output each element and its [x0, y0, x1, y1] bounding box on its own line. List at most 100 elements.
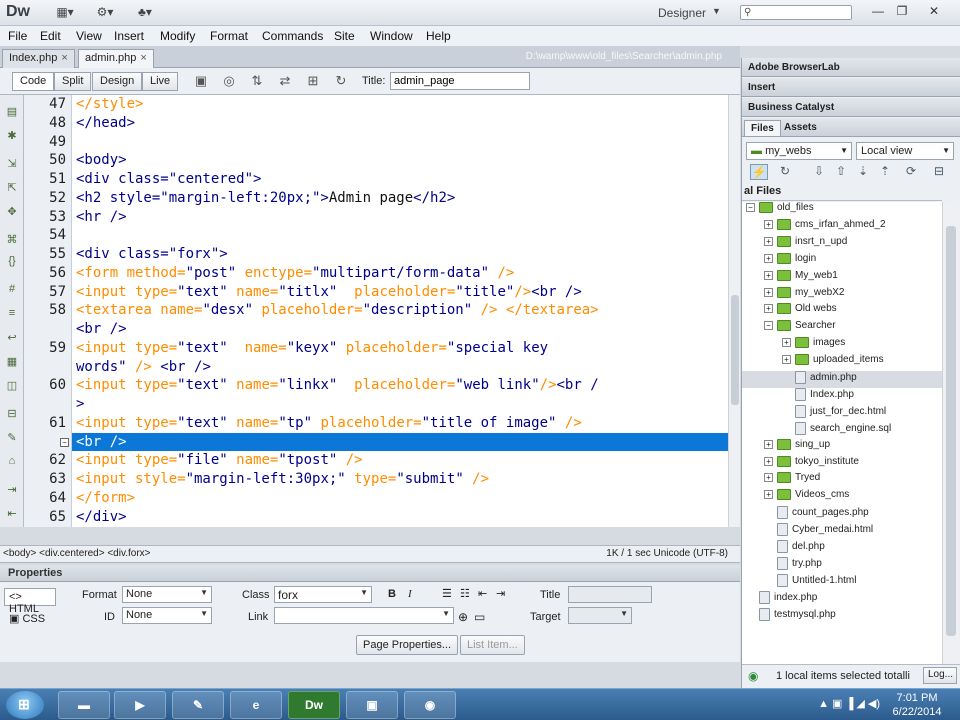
- tree-file[interactable]: Index.php: [742, 387, 942, 405]
- tree-folder[interactable]: + cms_irfan_ahmed_2: [742, 218, 942, 236]
- expand-icon[interactable]: +: [764, 253, 773, 263]
- target-select[interactable]: ▼: [568, 607, 632, 624]
- menu-view[interactable]: View: [76, 29, 102, 43]
- word-wrap-icon[interactable]: ↩: [4, 331, 20, 347]
- tree-folder[interactable]: + login: [742, 252, 942, 270]
- clock[interactable]: 7:01 PM 6/22/2014: [882, 691, 952, 719]
- menu-window[interactable]: Window: [370, 29, 413, 43]
- workspace-switcher[interactable]: Designer: [658, 6, 706, 20]
- code-line[interactable]: <input type="file" name="tpost" />: [76, 451, 363, 470]
- business-catalyst-panel-header[interactable]: Business Catalyst: [742, 98, 960, 117]
- browse-folder-icon[interactable]: ▭: [474, 610, 485, 624]
- tab-assets[interactable]: Assets: [778, 120, 823, 135]
- live-view-button[interactable]: Live: [142, 72, 179, 91]
- check-in-icon[interactable]: ⇡: [876, 164, 894, 180]
- page-properties-button[interactable]: Page Properties...: [356, 635, 459, 655]
- menu-help[interactable]: Help: [426, 29, 451, 43]
- insert-panel-header[interactable]: Insert: [742, 78, 960, 97]
- close-button[interactable]: ✕: [922, 2, 946, 20]
- file-management-icon[interactable]: ⇅: [246, 73, 268, 89]
- tree-folder[interactable]: + tokyo_institute: [742, 455, 942, 473]
- collapse-icon[interactable]: −: [746, 203, 755, 212]
- refresh-icon[interactable]: ↻: [330, 73, 352, 89]
- code-editor[interactable]: </style> </head> <body> <div class="centere…: [72, 95, 728, 527]
- code-line[interactable]: <br />: [76, 320, 127, 339]
- menu-commands[interactable]: Commands: [262, 29, 323, 43]
- tree-file[interactable]: testmysql.php: [742, 607, 942, 625]
- expand-icon[interactable]: +: [782, 355, 791, 365]
- put-files-icon[interactable]: ⇧: [832, 164, 850, 180]
- code-line[interactable]: <hr />: [76, 208, 127, 227]
- code-line[interactable]: <textarea name="desx" placeholder="descr…: [76, 301, 599, 320]
- collapse-selection-icon[interactable]: ⇱: [4, 181, 20, 197]
- recent-snippets-icon[interactable]: ⌂: [4, 455, 20, 471]
- scrollbar-thumb[interactable]: [946, 226, 956, 636]
- expand-icon[interactable]: +: [764, 473, 773, 483]
- code-scrollbar[interactable]: [728, 95, 740, 527]
- menu-insert[interactable]: Insert: [114, 29, 144, 43]
- tree-file[interactable]: del.php: [742, 540, 942, 557]
- code-line[interactable]: <input type="text" name="titlx" placehol…: [76, 283, 582, 302]
- open-documents-icon[interactable]: ▤: [4, 105, 20, 121]
- expand-icon[interactable]: +: [764, 304, 773, 314]
- format-source-icon[interactable]: ⇤: [4, 507, 20, 523]
- inspect-icon[interactable]: ⇄: [274, 73, 296, 89]
- tree-folder[interactable]: − Searcher: [742, 320, 942, 337]
- fold-marker-icon[interactable]: −: [60, 437, 69, 447]
- ordered-list-icon[interactable]: ☷: [460, 587, 470, 600]
- menu-format[interactable]: Format: [210, 29, 248, 43]
- extensions-icon[interactable]: ♣▾: [132, 5, 158, 21]
- menu-site[interactable]: Site: [334, 29, 355, 43]
- properties-panel-header[interactable]: Properties: [0, 565, 740, 582]
- apply-comment-icon[interactable]: ◫: [4, 379, 20, 395]
- synchronize-icon[interactable]: ⟳: [902, 164, 920, 180]
- dreamweaver-task-icon[interactable]: Dw: [288, 691, 340, 719]
- tag-selector[interactable]: <body> <div.centered> <div.forx>: [3, 548, 151, 559]
- tree-file[interactable]: search_engine.sql: [742, 421, 942, 439]
- media-player-icon[interactable]: ▶: [114, 691, 166, 719]
- explorer-icon[interactable]: ▬: [58, 691, 110, 719]
- code-line[interactable]: </head>: [76, 114, 135, 133]
- tree-file[interactable]: index.php: [742, 590, 942, 608]
- multiscreen-icon[interactable]: ▣: [190, 73, 212, 89]
- expand-icon[interactable]: +: [764, 456, 773, 466]
- tree-folder[interactable]: + insrt_n_upd: [742, 235, 942, 253]
- menu-file[interactable]: File: [8, 29, 27, 43]
- search-input[interactable]: ⚲: [740, 5, 852, 20]
- minimize-button[interactable]: —: [866, 2, 890, 20]
- code-line[interactable]: </form>: [76, 489, 135, 508]
- tree-file[interactable]: Cyber_medai.html: [742, 523, 942, 540]
- line-numbers-icon[interactable]: #: [4, 283, 20, 299]
- tree-folder[interactable]: + sing_up: [742, 438, 942, 456]
- unordered-list-icon[interactable]: ☰: [442, 587, 452, 600]
- expand-icon[interactable]: +: [764, 490, 773, 500]
- tree-folder[interactable]: + images: [742, 337, 942, 354]
- firefox-icon[interactable]: ◉: [404, 691, 456, 719]
- get-files-icon[interactable]: ⇩: [810, 164, 828, 180]
- css-mode-button[interactable]: ▣ CSS: [4, 609, 56, 627]
- code-line[interactable]: >: [76, 395, 84, 414]
- code-line[interactable]: <br />: [76, 433, 127, 452]
- code-line[interactable]: <input style="margin-left:30px;" type="s…: [76, 470, 489, 489]
- html-mode-button[interactable]: <> HTML: [4, 588, 56, 615]
- expand-all-icon[interactable]: ✥: [4, 205, 20, 221]
- code-line[interactable]: <input type="text" name="linkx" placehol…: [76, 376, 599, 395]
- site-select[interactable]: ▬ my_webs ▼: [746, 142, 852, 160]
- tree-folder[interactable]: + my_webX2: [742, 286, 942, 304]
- expand-icon[interactable]: +: [764, 219, 773, 229]
- code-line[interactable]: </div>: [76, 508, 127, 527]
- layout-icon[interactable]: ▦▾: [52, 5, 78, 21]
- gear-icon[interactable]: ⚙▾: [92, 5, 118, 21]
- tree-folder[interactable]: − old_files: [742, 202, 942, 219]
- check-out-icon[interactable]: ⇣: [854, 164, 872, 180]
- tree-folder[interactable]: + My_web1: [742, 269, 942, 287]
- validate-icon[interactable]: ⊞: [302, 73, 324, 89]
- code-line[interactable]: <div class="centered">: [76, 170, 261, 189]
- expand-icon[interactable]: +: [764, 270, 773, 280]
- remove-comment-icon[interactable]: ⊟: [4, 407, 20, 423]
- expand-icon[interactable]: +: [764, 439, 773, 449]
- tree-folder[interactable]: + Old webs: [742, 303, 942, 320]
- system-tray[interactable]: ▲ ▣ ▐ ◢ ◀): [818, 697, 880, 710]
- split-view-button[interactable]: Split: [54, 72, 92, 91]
- bold-button[interactable]: B: [388, 588, 396, 600]
